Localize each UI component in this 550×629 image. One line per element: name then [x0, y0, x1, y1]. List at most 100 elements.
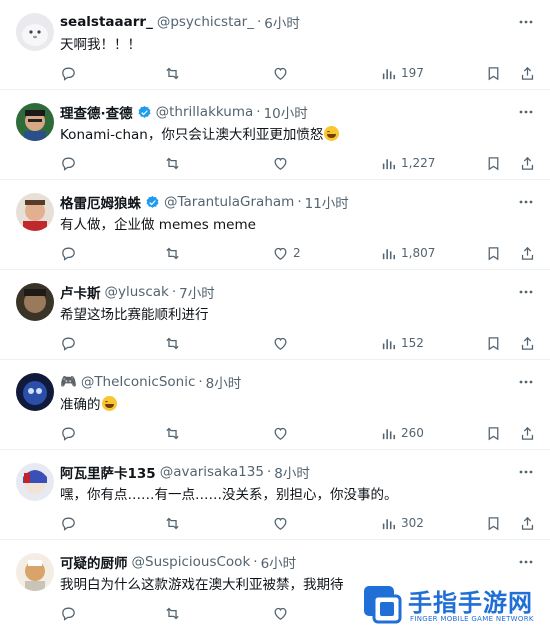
reply-button[interactable]: [60, 512, 81, 534]
share-icon: [521, 246, 534, 260]
retweet-button[interactable]: [164, 512, 185, 534]
bookmark-button[interactable]: [485, 512, 502, 534]
bookmark-icon: [488, 156, 499, 170]
retweet-icon: [166, 67, 179, 79]
watermark-subtitle: FINGER MOBILE GAME NETWORK: [410, 615, 534, 623]
like-button[interactable]: [272, 602, 289, 624]
reply-tweet[interactable]: 🎮 @TheIconicSonic · 8小时 准确的 260: [0, 360, 550, 450]
timestamp[interactable]: 10小时: [264, 102, 308, 122]
separator-dot: ·: [198, 374, 203, 390]
retweet-button[interactable]: [164, 242, 185, 264]
author-handle[interactable]: @thrillakkuma: [156, 104, 254, 120]
separator-dot: ·: [253, 554, 258, 570]
analytics-icon: [382, 158, 396, 169]
author-name[interactable]: 阿瓦里萨卡135: [60, 462, 156, 482]
heart-icon: [274, 157, 287, 170]
share-button[interactable]: [519, 332, 536, 354]
more-options-icon[interactable]: [516, 12, 536, 32]
share-button[interactable]: [519, 152, 536, 174]
retweet-button[interactable]: [164, 422, 185, 444]
reply-button[interactable]: [60, 602, 77, 624]
more-options-icon[interactable]: [516, 192, 536, 212]
author-name[interactable]: 可疑的厨师: [60, 552, 128, 572]
bookmark-button[interactable]: [485, 152, 502, 174]
reply-button[interactable]: [60, 62, 81, 84]
views-button[interactable]: 1,807: [380, 242, 435, 264]
more-options-icon[interactable]: [516, 462, 536, 482]
avatar[interactable]: [16, 283, 54, 321]
more-options-icon[interactable]: [516, 552, 536, 572]
like-button[interactable]: [272, 422, 293, 444]
share-button[interactable]: [519, 242, 536, 264]
share-button[interactable]: [519, 422, 536, 444]
author-name[interactable]: 🎮: [60, 374, 77, 390]
bookmark-button[interactable]: [485, 62, 502, 84]
share-icon: [521, 516, 534, 530]
timestamp[interactable]: 8小时: [206, 372, 242, 392]
like-button[interactable]: [272, 152, 293, 174]
timestamp[interactable]: 6小时: [261, 552, 297, 572]
timestamp[interactable]: 11小时: [305, 192, 349, 212]
share-button[interactable]: [519, 512, 536, 534]
timestamp[interactable]: 8小时: [274, 462, 310, 482]
author-handle[interactable]: @TheIconicSonic: [81, 374, 196, 390]
reply-button[interactable]: [60, 332, 81, 354]
reply-tweet[interactable]: 卢卡斯 @yluscak · 7小时 希望这场比赛能顺利进行 152: [0, 270, 550, 360]
author-handle[interactable]: @avarisaka135: [160, 464, 264, 480]
retweet-icon: [166, 517, 179, 529]
bookmark-button[interactable]: [485, 242, 502, 264]
bookmark-button[interactable]: [485, 422, 502, 444]
reply-tweet[interactable]: 理查德·查德 @thrillakkuma · 10小时 Konami-chan，…: [0, 90, 550, 180]
action-bar: 152: [60, 332, 538, 354]
bookmark-button[interactable]: [485, 332, 502, 354]
avatar[interactable]: [16, 103, 54, 141]
author-handle[interactable]: @yluscak: [105, 284, 169, 300]
views-button[interactable]: 260: [380, 422, 424, 444]
author-handle[interactable]: @TarantulaGraham: [164, 194, 294, 210]
more-options-icon[interactable]: [516, 102, 536, 122]
author-name[interactable]: 卢卡斯: [60, 282, 101, 302]
views-button[interactable]: 152: [380, 332, 424, 354]
timestamp[interactable]: 7小时: [179, 282, 215, 302]
retweet-button[interactable]: [164, 602, 181, 624]
reply-button[interactable]: [60, 242, 81, 264]
share-button[interactable]: [519, 62, 536, 84]
analytics-icon: [382, 428, 396, 439]
avatar[interactable]: [16, 373, 54, 411]
retweet-button[interactable]: [164, 152, 185, 174]
reply-tweet[interactable]: sealstaaarr_ @psychicstar_ · 6小时 天啊我！！！ …: [0, 0, 550, 90]
avatar[interactable]: [16, 193, 54, 231]
share-icon: [521, 336, 534, 350]
like-button[interactable]: 2: [272, 242, 301, 264]
watermark-title: 手指手游网: [408, 589, 533, 617]
tweet-text: 嘿，你有点……有一点……没关系，别担心，你没事的。: [60, 487, 398, 503]
author-name[interactable]: 格雷厄姆狼蛛: [60, 192, 141, 212]
author-name[interactable]: sealstaaarr_: [60, 14, 153, 30]
reply-button[interactable]: [60, 422, 81, 444]
reply-tweet[interactable]: 阿瓦里萨卡135 @avarisaka135 · 8小时 嘿，你有点……有一点……: [0, 450, 550, 540]
retweet-button[interactable]: [164, 332, 185, 354]
author-name[interactable]: 理查德·查德: [60, 102, 133, 122]
timestamp[interactable]: 6小时: [264, 12, 300, 32]
author-handle[interactable]: @psychicstar_: [157, 14, 254, 30]
retweet-icon: [166, 607, 179, 619]
heart-icon: [274, 427, 287, 440]
reply-button[interactable]: [60, 152, 81, 174]
like-button[interactable]: [272, 332, 293, 354]
more-options-icon[interactable]: [516, 282, 536, 302]
reply-tweet[interactable]: 格雷厄姆狼蛛 @TarantulaGraham · 11小时 有人做，企业做 m…: [0, 180, 550, 270]
views-button[interactable]: 1,227: [380, 152, 435, 174]
tweet-text: 天啊我！！！: [60, 37, 141, 53]
views-button[interactable]: 197: [380, 62, 424, 84]
like-button[interactable]: [272, 62, 293, 84]
like-button[interactable]: [272, 512, 293, 534]
avatar[interactable]: [16, 463, 54, 501]
avatar[interactable]: [16, 553, 54, 591]
views-button[interactable]: 302: [380, 512, 424, 534]
analytics-icon: [382, 248, 396, 259]
more-options-icon[interactable]: [516, 372, 536, 392]
avatar[interactable]: [16, 13, 54, 51]
author-handle[interactable]: @SuspiciousCook: [132, 554, 251, 570]
retweet-button[interactable]: [164, 62, 185, 84]
action-bar: 197: [60, 62, 538, 84]
